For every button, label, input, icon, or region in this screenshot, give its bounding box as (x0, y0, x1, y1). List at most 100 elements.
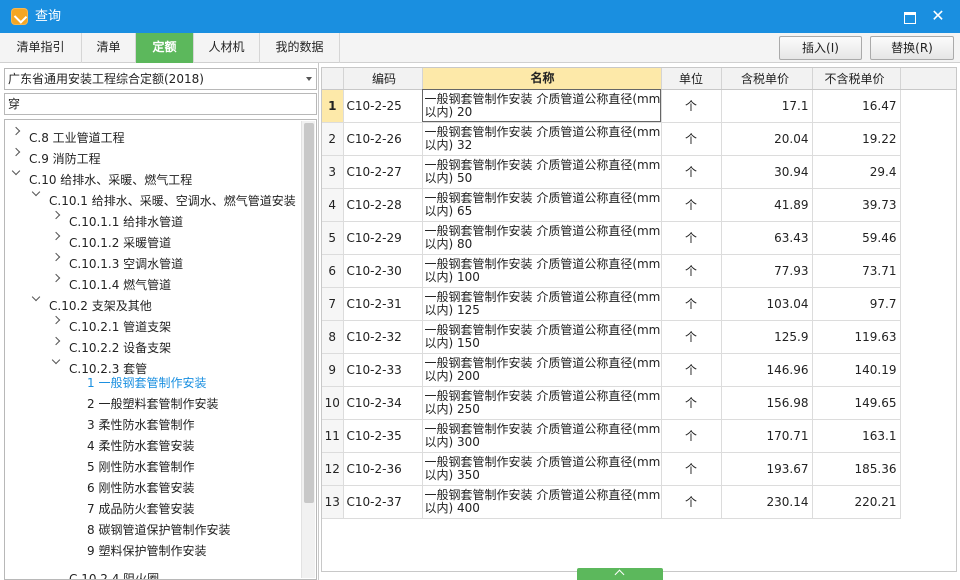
chevron-down-icon[interactable] (51, 352, 61, 373)
chevron-right-icon[interactable] (51, 226, 61, 247)
tree-item[interactable]: 9 塑料保护管制作安装 (87, 541, 206, 562)
cell-tax-price[interactable]: 30.94 (721, 155, 813, 189)
cell-unit[interactable]: 个 (661, 287, 722, 321)
cell-tax-price[interactable]: 230.14 (721, 485, 813, 519)
tree-item[interactable]: C.10.1.1 给排水管道 (51, 205, 183, 229)
cell-notax-price[interactable]: 59.46 (812, 221, 901, 255)
cell-code[interactable]: C10-2-34 (343, 386, 423, 420)
tree-item[interactable]: C.10 给排水、采暖、燃气工程 (11, 163, 192, 187)
chevron-down-icon[interactable] (306, 77, 312, 81)
tree-item[interactable]: C.10.1.2 采暖管道 (51, 226, 171, 250)
tree-item[interactable]: 6 刚性防水套管安装 (87, 478, 194, 499)
cell-tax-price[interactable]: 146.96 (721, 353, 813, 387)
col-name[interactable]: 名称 (422, 68, 662, 90)
cell-unit[interactable]: 个 (661, 419, 722, 453)
cell-code[interactable]: C10-2-37 (343, 485, 423, 519)
cell-unit[interactable]: 个 (661, 452, 722, 486)
tree-item[interactable]: 3 柔性防水套管制作 (87, 415, 194, 436)
cell-code[interactable]: C10-2-32 (343, 320, 423, 354)
library-select[interactable]: 广东省通用安装工程综合定额(2018) (4, 68, 317, 90)
tab-bill[interactable]: 清单 (82, 33, 136, 63)
cell-unit[interactable]: 个 (661, 155, 722, 189)
cell-name[interactable]: 一般钢套管制作安装 介质管道公称直径(mm以内) 200 (422, 353, 662, 387)
insert-button[interactable]: 插入(I) (779, 36, 862, 60)
cell-notax-price[interactable]: 119.63 (812, 320, 901, 354)
tree-item[interactable]: C.10.2.1 管道支架 (51, 310, 171, 334)
tree-item[interactable]: 2 一般塑料套管制作安装 (87, 394, 218, 415)
cell-notax-price[interactable]: 185.36 (812, 452, 901, 486)
cell-notax-price[interactable]: 140.19 (812, 353, 901, 387)
cell-unit[interactable]: 个 (661, 122, 722, 156)
tree-scrollbar[interactable] (301, 121, 315, 578)
cell-notax-price[interactable]: 149.65 (812, 386, 901, 420)
cell-code[interactable]: C10-2-27 (343, 155, 423, 189)
cell-name[interactable]: 一般钢套管制作安装 介质管道公称直径(mm以内) 50 (422, 155, 662, 189)
tree-item[interactable]: C.10.2.3 套管 (51, 352, 147, 376)
cell-unit[interactable]: 个 (661, 353, 722, 387)
cell-tax-price[interactable]: 77.93 (721, 254, 813, 288)
tab-quota[interactable]: 定额 (136, 33, 194, 63)
cell-tax-price[interactable]: 103.04 (721, 287, 813, 321)
tree-item[interactable]: C.10.2.4 阻火圈 (51, 562, 159, 579)
cell-name[interactable]: 一般钢套管制作安装 介质管道公称直径(mm以内) 400 (422, 485, 662, 519)
chevron-right-icon[interactable] (51, 331, 61, 352)
table-row[interactable]: 1 C10-2-25 一般钢套管制作安装 介质管道公称直径(mm以内) 20 个 17.… (322, 89, 901, 123)
table-row[interactable]: 6 C10-2-30 一般钢套管制作安装 介质管道公称直径(mm以内) 100 个 77… (322, 254, 901, 288)
cell-code[interactable]: C10-2-29 (343, 221, 423, 255)
chevron-down-icon[interactable] (31, 289, 41, 310)
tree-item[interactable]: 8 碳钢管道保护管制作安装 (87, 520, 230, 541)
table-row[interactable]: 10 C10-2-34 一般钢套管制作安装 介质管道公称直径(mm以内) 250 个 1… (322, 386, 901, 420)
col-unit[interactable]: 单位 (661, 68, 722, 90)
table-row[interactable]: 5 C10-2-29 一般钢套管制作安装 介质管道公称直径(mm以内) 80 个 63.… (322, 221, 901, 255)
tree-item[interactable]: C.10.2 支架及其他 (31, 289, 152, 313)
chevron-down-icon[interactable] (31, 184, 41, 205)
cell-unit[interactable]: 个 (661, 188, 722, 222)
tree-item[interactable]: C.10.1 给排水、采暖、空调水、燃气管道安装 (31, 184, 296, 208)
cell-notax-price[interactable]: 220.21 (812, 485, 901, 519)
chevron-right-icon[interactable] (11, 121, 21, 142)
cell-name[interactable]: 一般钢套管制作安装 介质管道公称直径(mm以内) 350 (422, 452, 662, 486)
chevron-right-icon[interactable] (51, 310, 61, 331)
chevron-right-icon[interactable] (11, 142, 21, 163)
cell-name[interactable]: 一般钢套管制作安装 介质管道公称直径(mm以内) 20 (422, 89, 662, 123)
tab-bill-guide[interactable]: 清单指引 (0, 33, 82, 63)
table-row[interactable]: 12 C10-2-36 一般钢套管制作安装 介质管道公称直径(mm以内) 350 个 1… (322, 452, 901, 486)
cell-tax-price[interactable]: 156.98 (721, 386, 813, 420)
cell-name[interactable]: 一般钢套管制作安装 介质管道公称直径(mm以内) 65 (422, 188, 662, 222)
cell-code[interactable]: C10-2-31 (343, 287, 423, 321)
cell-unit[interactable]: 个 (661, 221, 722, 255)
cell-tax-price[interactable]: 125.9 (721, 320, 813, 354)
cell-tax-price[interactable]: 63.43 (721, 221, 813, 255)
cell-notax-price[interactable]: 163.1 (812, 419, 901, 453)
col-tax-price[interactable]: 含税单价 (721, 68, 813, 90)
table-row[interactable]: 8 C10-2-32 一般钢套管制作安装 介质管道公称直径(mm以内) 150 个 12… (322, 320, 901, 354)
scrollbar-thumb[interactable] (304, 123, 314, 503)
tree-item[interactable]: 7 成品防火套管安装 (87, 499, 194, 520)
cell-tax-price[interactable]: 193.67 (721, 452, 813, 486)
cell-code[interactable]: C10-2-33 (343, 353, 423, 387)
maximize-icon[interactable] (899, 6, 919, 26)
chevron-right-icon[interactable] (51, 247, 61, 268)
cell-notax-price[interactable]: 19.22 (812, 122, 901, 156)
replace-button[interactable]: 替换(R) (870, 36, 954, 60)
tree-item[interactable]: 5 刚性防水套管制作 (87, 457, 194, 478)
cell-name[interactable]: 一般钢套管制作安装 介质管道公称直径(mm以内) 100 (422, 254, 662, 288)
cell-unit[interactable]: 个 (661, 89, 722, 123)
cell-name[interactable]: 一般钢套管制作安装 介质管道公称直径(mm以内) 32 (422, 122, 662, 156)
search-input[interactable]: 穿 (4, 93, 317, 115)
cell-tax-price[interactable]: 17.1 (721, 89, 813, 123)
cell-unit[interactable]: 个 (661, 320, 722, 354)
col-code[interactable]: 编码 (343, 68, 423, 90)
close-icon[interactable]: ✕ (928, 6, 948, 26)
cell-name[interactable]: 一般钢套管制作安装 介质管道公称直径(mm以内) 300 (422, 419, 662, 453)
cell-unit[interactable]: 个 (661, 254, 722, 288)
cell-name[interactable]: 一般钢套管制作安装 介质管道公称直径(mm以内) 80 (422, 221, 662, 255)
cell-notax-price[interactable]: 29.4 (812, 155, 901, 189)
col-notax-price[interactable]: 不含税单价 (812, 68, 901, 90)
tree-item[interactable]: C.9 消防工程 (11, 142, 101, 166)
table-row[interactable]: 13 C10-2-37 一般钢套管制作安装 介质管道公称直径(mm以内) 400 个 2… (322, 485, 901, 519)
cell-tax-price[interactable]: 20.04 (721, 122, 813, 156)
table-row[interactable]: 9 C10-2-33 一般钢套管制作安装 介质管道公称直径(mm以内) 200 个 14… (322, 353, 901, 387)
tree-item[interactable]: C.8 工业管道工程 (11, 121, 125, 145)
cell-code[interactable]: C10-2-30 (343, 254, 423, 288)
